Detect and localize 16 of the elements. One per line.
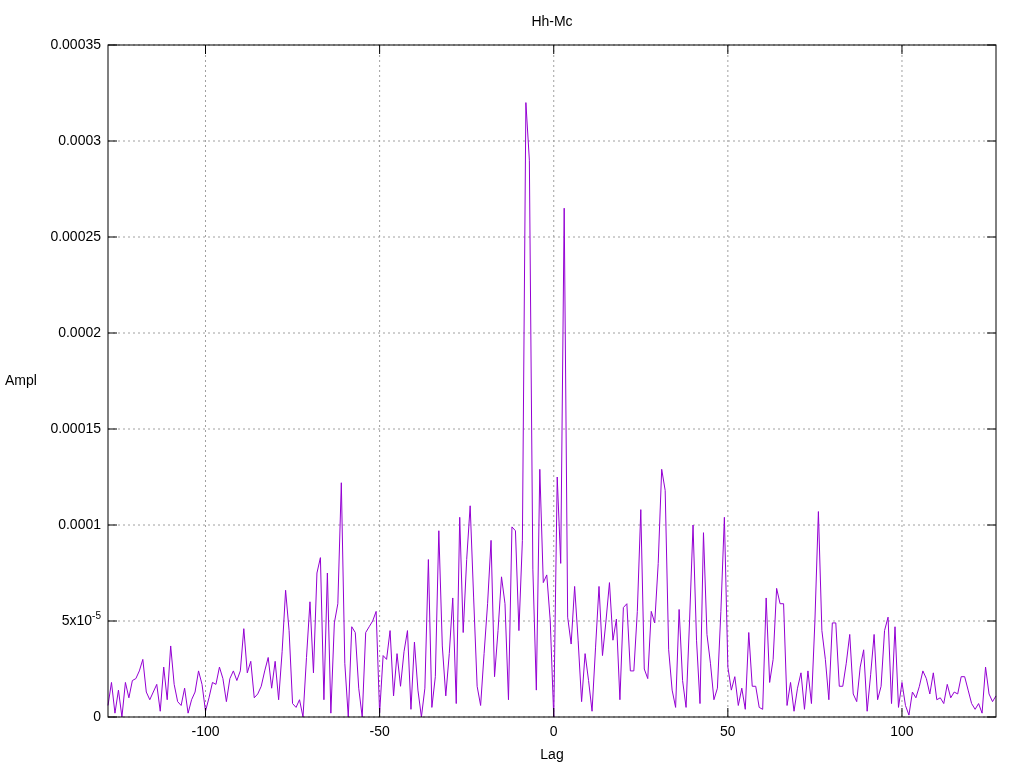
tick-label: 0 bbox=[549, 724, 558, 740]
chart-title: Hh-Mc bbox=[531, 14, 573, 30]
tick-label: 100 bbox=[890, 724, 914, 740]
tick-label: 50 bbox=[720, 724, 736, 740]
tick-label: 0 bbox=[93, 709, 101, 725]
axis-label: Ampl bbox=[5, 373, 37, 389]
tick-label: 0.00035 bbox=[50, 37, 101, 53]
tick-label: 0.0003 bbox=[58, 133, 101, 149]
tick-label: 0.00025 bbox=[50, 229, 101, 245]
tick-label: 0.00015 bbox=[50, 421, 101, 437]
tick-label: 5x10$^{-5}$ bbox=[61, 613, 101, 629]
axis-label: Lag bbox=[540, 747, 564, 763]
tick-label: -50 bbox=[369, 724, 390, 740]
tick-label: 0.0001 bbox=[58, 517, 101, 533]
tick-label: -100 bbox=[191, 724, 220, 740]
tick-label: 0.0002 bbox=[58, 325, 101, 341]
